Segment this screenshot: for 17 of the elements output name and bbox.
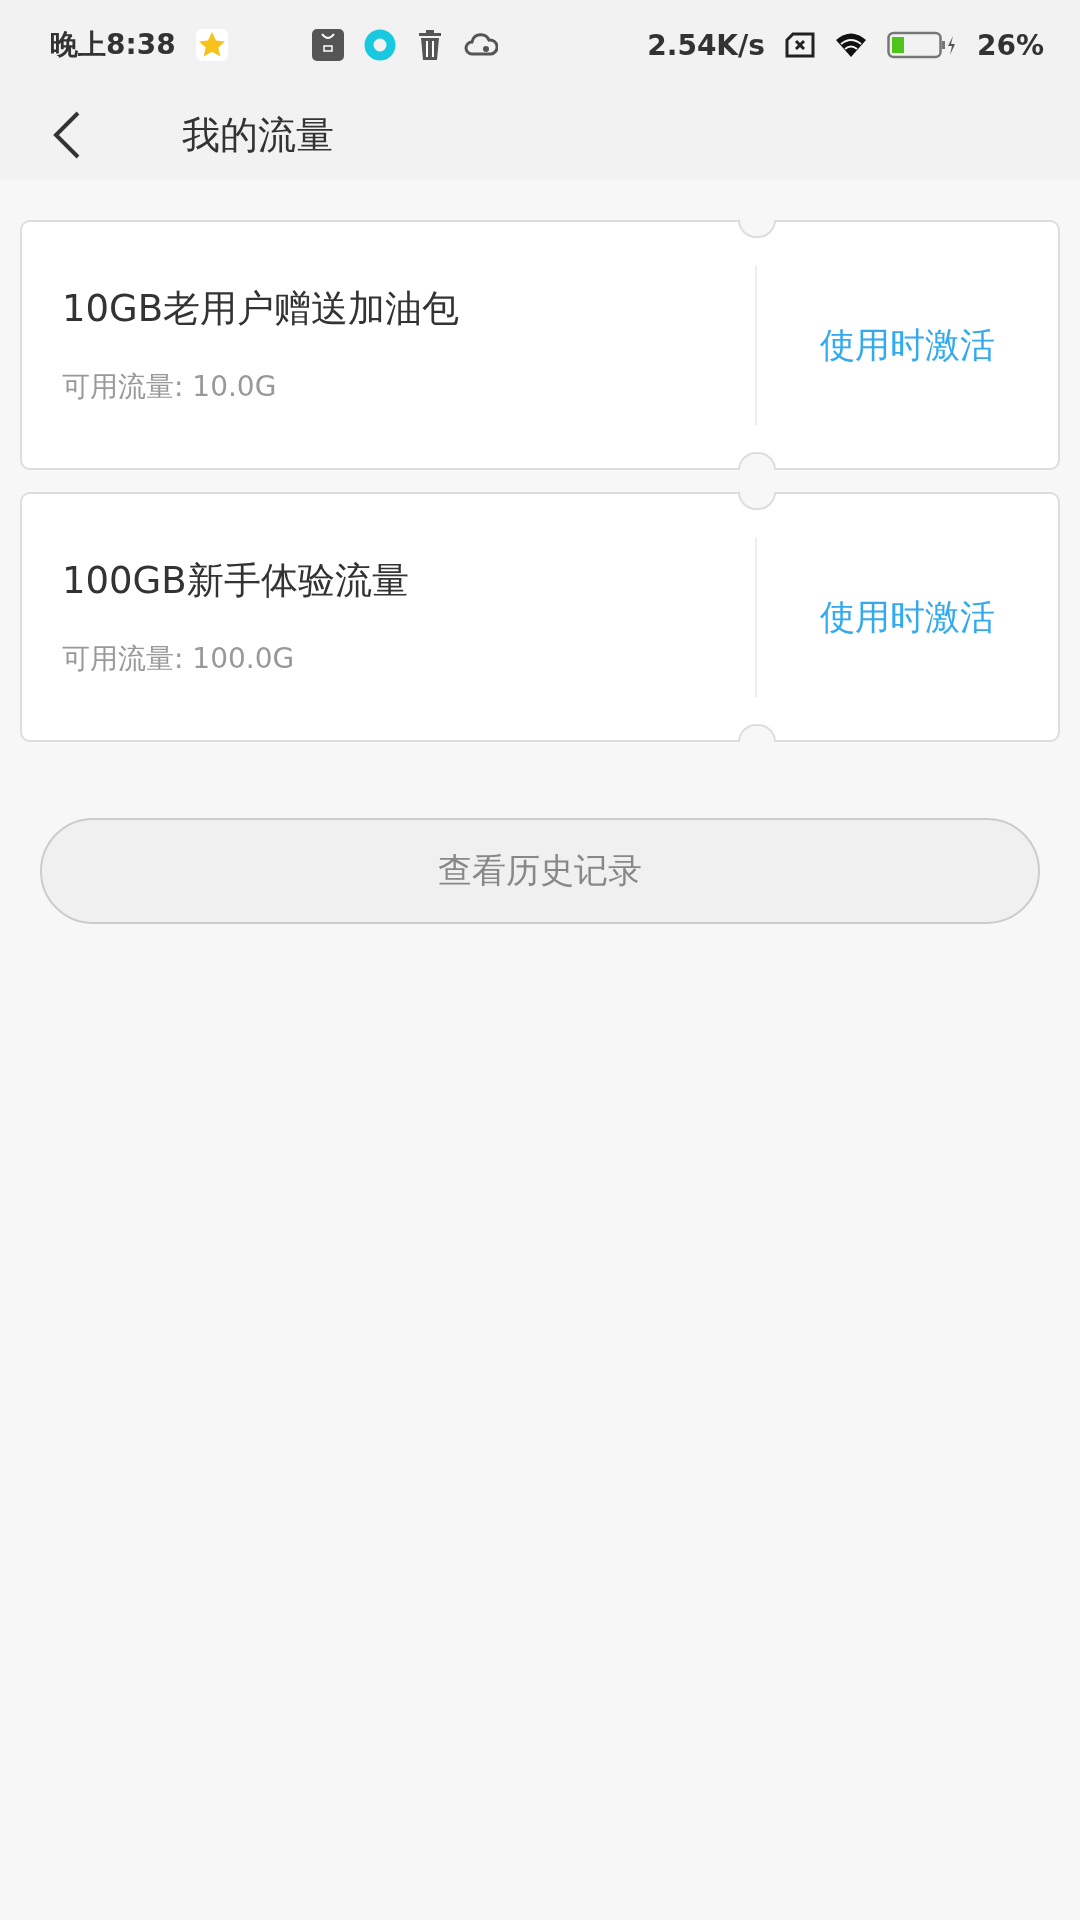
available-data: 可用流量: 10.0G (62, 369, 278, 405)
wifi-icon (834, 32, 867, 58)
battery-icon (886, 30, 957, 60)
history-button[interactable]: 查看历史记录 (40, 818, 1040, 924)
available-data: 可用流量: 100.0G (62, 641, 296, 677)
status-time: 晚上8:38 (50, 27, 176, 63)
ring-icon (363, 29, 396, 61)
cloud-icon (463, 32, 498, 58)
no-sim-icon (784, 32, 815, 58)
package-name: 100GB新手体验流量 (62, 558, 410, 604)
battery-percent: 26% (976, 28, 1044, 62)
shop-icon (311, 29, 344, 61)
activate-button[interactable]: 使用时激活 (757, 577, 1058, 657)
activate-button[interactable]: 使用时激活 (757, 305, 1058, 385)
package-name: 10GB老用户赠送加油包 (62, 286, 461, 332)
page-title: 我的流量 (182, 111, 334, 159)
network-speed: 2.54K/s (647, 28, 765, 62)
